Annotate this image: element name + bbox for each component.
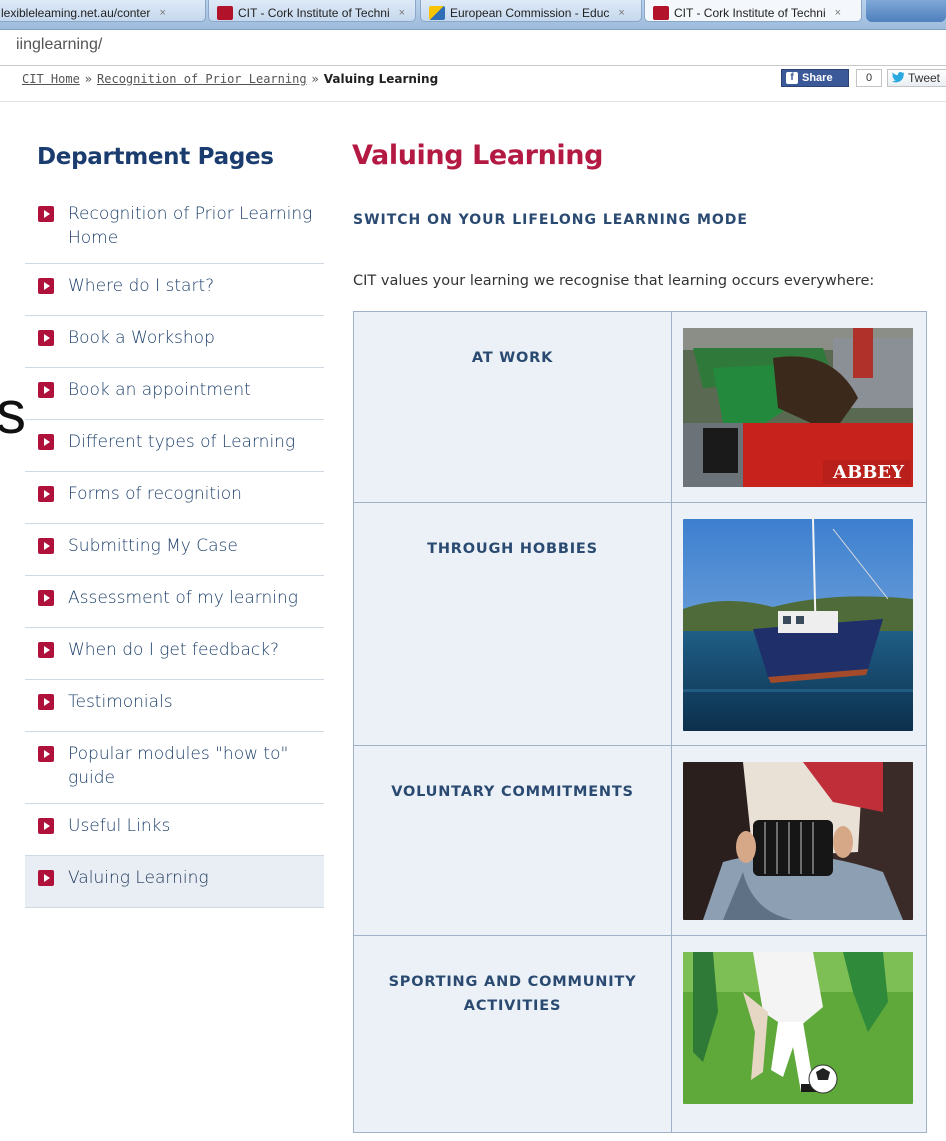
sidebar-item-valuing-learning[interactable]: Valuing Learning — [25, 856, 324, 908]
page-subheading: SWITCH ON YOUR LIFELONG LEARNING MODE — [353, 212, 748, 228]
row-label: SPORTING AND COMMUNITY ACTIVITIES — [354, 936, 672, 1132]
learning-contexts-table: AT WORK ABBEY THROUGH HOBBIES VOLUNTARY … — [353, 311, 927, 1133]
row-label: AT WORK — [354, 312, 672, 502]
tab-title: CIT - Cork Institute of Techni — [238, 5, 390, 20]
tractor-brand-text: ABBEY — [832, 462, 905, 483]
row-label: THROUGH HOBBIES — [354, 503, 672, 745]
sidebar-item-label: Submitting My Case — [68, 536, 238, 556]
breadcrumb-row: CIT Home » Recognition of Prior Learning » V… — [0, 66, 946, 102]
tractor-photo: ABBEY — [683, 328, 913, 487]
breadcrumb-separator: » — [311, 72, 319, 86]
sidebar-item-label: Useful Links — [68, 816, 171, 836]
breadcrumb-parent-link[interactable]: Recognition of Prior Learning — [97, 72, 307, 86]
tab-close-icon[interactable]: × — [618, 7, 624, 19]
sidebar-item-label: Recognition of Prior Learning Home — [68, 204, 313, 248]
arrow-bullet-icon — [38, 642, 54, 658]
table-row: VOLUNTARY COMMITMENTS — [354, 746, 926, 936]
browser-tab[interactable]: CIT - Cork Institute of Techni × — [208, 0, 416, 22]
sidebar-item-where-start[interactable]: Where do I start? — [25, 264, 324, 316]
sidebar-item-useful-links[interactable]: Useful Links — [25, 804, 324, 856]
cit-favicon-icon — [653, 5, 669, 20]
arrow-bullet-icon — [38, 590, 54, 606]
arrow-bullet-icon — [38, 538, 54, 554]
table-row: THROUGH HOBBIES — [354, 503, 926, 746]
tweet-button[interactable]: Tweet — [887, 69, 946, 87]
image-cell — [672, 503, 926, 745]
image-cell — [672, 746, 926, 935]
share-label: Share — [802, 72, 833, 84]
sidebar-item-book-workshop[interactable]: Book a Workshop — [25, 316, 324, 368]
facebook-share-button[interactable]: f Share — [781, 69, 849, 87]
table-row: AT WORK ABBEY — [354, 312, 926, 503]
browser-tab[interactable]: European Commission - Educ × — [420, 0, 642, 22]
sidebar-item-feedback[interactable]: When do I get feedback? — [25, 628, 324, 680]
arrow-bullet-icon — [38, 486, 54, 502]
sidebar-item-book-appointment[interactable]: Book an appointment — [25, 368, 324, 420]
browser-tab[interactable]: lexibleleaming.net.au/conter × — [0, 0, 206, 22]
eu-favicon-icon — [429, 5, 445, 20]
breadcrumb-separator: » — [84, 72, 93, 86]
intro-text: CIT values your learning we recognise th… — [353, 273, 875, 289]
sidebar-item-how-to-guide[interactable]: Popular modules "how to" guide — [25, 732, 324, 804]
tab-title: European Commission - Educ — [450, 5, 610, 20]
cit-favicon-icon — [217, 5, 233, 20]
page-title: Valuing Learning — [352, 140, 603, 171]
new-tab-button[interactable] — [866, 0, 946, 22]
sailboat-photo — [683, 518, 913, 731]
sidebar-item-assessment[interactable]: Assessment of my learning — [25, 576, 324, 628]
sidebar-item-label: Where do I start? — [68, 276, 215, 296]
sidebar-item-label: Assessment of my learning — [68, 588, 298, 608]
sidebar-item-label: Book an appointment — [68, 380, 251, 400]
tab-close-icon[interactable]: × — [399, 7, 405, 19]
browser-tab-strip: lexibleleaming.net.au/conter × CIT - Cor… — [0, 0, 946, 30]
sidebar-item-testimonials[interactable]: Testimonials — [25, 680, 324, 732]
address-url: iinglearning/ — [16, 36, 103, 53]
facebook-icon: f — [786, 72, 798, 84]
arrow-bullet-icon — [38, 206, 54, 222]
breadcrumb-current: Valuing Learning — [323, 72, 439, 86]
breadcrumb: CIT Home » Recognition of Prior Learning » V… — [22, 72, 438, 86]
arrow-bullet-icon — [38, 330, 54, 346]
football-photo — [683, 952, 913, 1104]
tab-close-icon[interactable]: × — [159, 7, 165, 19]
sidebar-item-submitting-case[interactable]: Submitting My Case — [25, 524, 324, 576]
arrow-bullet-icon — [38, 278, 54, 294]
table-row: SPORTING AND COMMUNITY ACTIVITIES — [354, 936, 926, 1132]
arrow-bullet-icon — [38, 434, 54, 450]
tab-title: CIT - Cork Institute of Techni — [674, 5, 826, 20]
sidebar-item-forms-recognition[interactable]: Forms of recognition — [25, 472, 324, 524]
sidebar-item-label: Testimonials — [68, 692, 173, 712]
sidebar-title: Department Pages — [37, 144, 274, 170]
concertina-photo — [683, 762, 913, 920]
image-cell — [672, 936, 926, 1132]
arrow-bullet-icon — [38, 746, 54, 762]
sidebar-nav: Recognition of Prior Learning Home Where… — [25, 192, 324, 908]
sidebar-item-label: When do I get feedback? — [68, 640, 280, 660]
arrow-bullet-icon — [38, 870, 54, 886]
address-bar[interactable]: iinglearning/ — [0, 30, 946, 66]
twitter-bird-icon — [892, 71, 905, 86]
row-label: VOLUNTARY COMMITMENTS — [354, 746, 672, 935]
share-count: 0 — [856, 69, 882, 87]
breadcrumb-home-link[interactable]: CIT Home — [22, 72, 80, 86]
arrow-bullet-icon — [38, 818, 54, 834]
sidebar-item-label: Book a Workshop — [68, 328, 215, 348]
arrow-bullet-icon — [38, 382, 54, 398]
sidebar-item-types-learning[interactable]: Different types of Learning — [25, 420, 324, 472]
sidebar-item-label: Forms of recognition — [68, 484, 242, 504]
sidebar-item-rpl-home[interactable]: Recognition of Prior Learning Home — [25, 192, 324, 264]
image-cell: ABBEY — [672, 312, 926, 502]
sidebar-item-label: Popular modules "how to" guide — [68, 744, 289, 788]
tab-title: lexibleleaming.net.au/conter — [1, 5, 151, 20]
tab-close-icon[interactable]: × — [835, 7, 841, 19]
stray-slide-letter: s — [0, 379, 26, 446]
sidebar-item-label: Different types of Learning — [68, 432, 296, 452]
arrow-bullet-icon — [38, 694, 54, 710]
sidebar-item-label: Valuing Learning — [68, 868, 209, 888]
browser-tab-active[interactable]: CIT - Cork Institute of Techni × — [644, 0, 862, 22]
tweet-label: Tweet — [908, 71, 941, 85]
